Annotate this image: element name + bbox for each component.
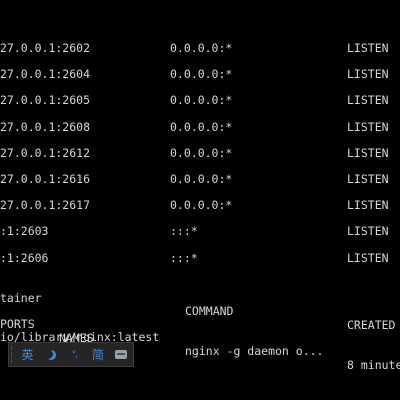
local-address: 27.0.0.1:2604 xyxy=(0,67,91,81)
ime-language-label: 英 xyxy=(21,348,34,362)
connection-state: LISTEN xyxy=(347,198,389,212)
foreign-address: 0.0.0.0:* xyxy=(170,172,233,186)
connection-state: LISTEN xyxy=(347,224,389,238)
connection-state: LISTEN xyxy=(347,172,389,186)
foreign-address: 0.0.0.0:* xyxy=(170,93,233,107)
ime-width-toggle[interactable] xyxy=(39,343,62,366)
local-address: :1:2603 xyxy=(0,224,49,238)
terminal-screen[interactable]: 27.0.0.1:2602 0.0.0.0:* LISTEN 27.0.0.1:260… xyxy=(0,0,400,400)
connection-state: LISTEN xyxy=(347,120,389,134)
local-address: 27.0.0.1:2617 xyxy=(0,198,91,212)
local-address: 27.0.0.1:2616 xyxy=(0,172,91,186)
docker-header-container-line: tainer xyxy=(0,277,42,305)
docker-header-command: COMMAND xyxy=(185,304,234,318)
foreign-address: :::* xyxy=(170,224,198,238)
docker-name-line: nginx xyxy=(0,329,94,357)
local-address: 27.0.0.1:2605 xyxy=(0,93,91,107)
docker-header-line-1: COMMAND CREATED xyxy=(0,290,395,332)
connection-state: LISTEN xyxy=(347,41,389,55)
ime-toolbar[interactable]: 英 °, 简 xyxy=(8,342,134,367)
punctuation-icon: °, xyxy=(71,349,78,360)
foreign-address: 0.0.0.0:* xyxy=(170,67,233,81)
local-address: 27.0.0.1:2608 xyxy=(0,120,91,134)
ime-punctuation-toggle[interactable]: °, xyxy=(63,343,86,366)
foreign-address: 0.0.0.0:* xyxy=(170,198,233,212)
local-address: :1:2606 xyxy=(0,251,49,265)
docker-created: 8 minute xyxy=(347,358,400,372)
docker-row: io/library/nginx:latest nginx -g daemon … xyxy=(0,316,400,372)
connection-state: LISTEN xyxy=(347,251,389,265)
keyboard-icon xyxy=(115,350,128,359)
docker-header-line-2: PORTS NAMES xyxy=(0,303,94,345)
connection-state: LISTEN xyxy=(347,146,389,160)
local-address: 27.0.0.1:2612 xyxy=(0,146,91,160)
connection-state: LISTEN xyxy=(347,93,389,107)
local-address: 27.0.0.1:2602 xyxy=(0,41,91,55)
half-moon-icon xyxy=(46,350,56,360)
foreign-address: 0.0.0.0:* xyxy=(170,41,233,55)
connection-state: LISTEN xyxy=(347,67,389,81)
foreign-address: 0.0.0.0:* xyxy=(170,146,233,160)
foreign-address: 0.0.0.0:* xyxy=(170,120,233,134)
foreign-address: :::* xyxy=(170,251,198,265)
ime-soft-keyboard-button[interactable] xyxy=(110,343,133,366)
ime-script-label: 简 xyxy=(91,348,104,362)
ime-language-toggle[interactable]: 英 xyxy=(16,343,39,366)
docker-header-created: CREATED xyxy=(347,318,396,332)
ime-script-toggle[interactable]: 简 xyxy=(86,343,109,366)
docker-command: nginx -g daemon o... xyxy=(185,344,324,358)
